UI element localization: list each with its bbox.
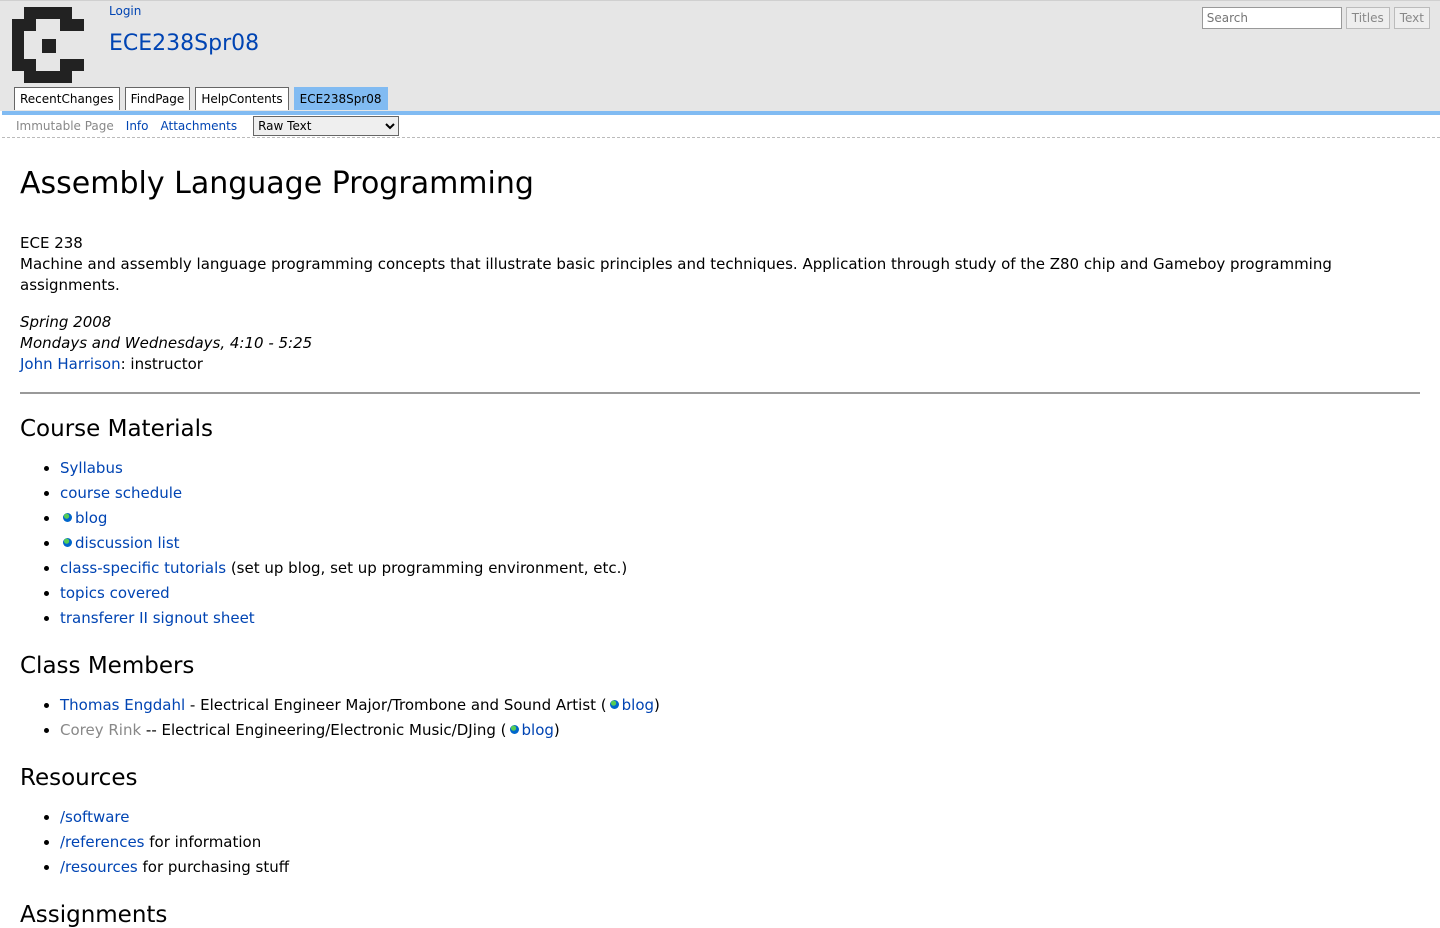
software-link[interactable]: /software: [60, 808, 129, 826]
list-item: /references for information: [60, 830, 1420, 855]
external-link-globe-icon: [63, 513, 72, 522]
instructor-role: : instructor: [120, 355, 203, 373]
course-term: Spring 2008: [20, 313, 112, 331]
list-item: discussion list: [60, 531, 1420, 556]
section-heading-class-members: Class Members: [20, 653, 195, 679]
list-item: class-specific tutorials (set up blog, s…: [60, 556, 1420, 581]
member-blog-link[interactable]: blog: [622, 696, 654, 714]
list-item: /resources for purchasing stuff: [60, 855, 1420, 880]
page-title: Assembly Language Programming: [20, 166, 534, 201]
discussion-list-link[interactable]: discussion list: [75, 534, 180, 552]
page-actions-bar: Immutable Page Info Attachments Raw Text: [2, 115, 1440, 138]
resource-note: for information: [144, 833, 262, 851]
search-input[interactable]: [1201, 7, 1342, 29]
nav-tab-help-contents[interactable]: HelpContents: [195, 87, 289, 110]
nav-tab-current-page[interactable]: ECE238Spr08: [293, 87, 388, 110]
course-info: ECE 238 Machine and assembly language pr…: [20, 233, 1420, 296]
nav-tab-find-page[interactable]: FindPage: [124, 87, 191, 110]
titles-search-button[interactable]: Titles: [1345, 7, 1390, 29]
search-form: Titles Text: [1201, 7, 1430, 29]
course-description: Machine and assembly language programmin…: [20, 255, 1332, 294]
list-item: course schedule: [60, 481, 1420, 506]
member-description: Electrical Engineer Major/Trombone and S…: [200, 696, 607, 714]
list-item: Thomas Engdahl - Electrical Engineer Maj…: [60, 693, 1420, 718]
external-link-globe-icon: [609, 700, 619, 709]
resources-list: /software /references for information /r…: [20, 805, 1420, 880]
course-schedule-link[interactable]: course schedule: [60, 484, 182, 502]
list-item: blog: [60, 506, 1420, 531]
instructor-link[interactable]: John Harrison: [20, 355, 121, 373]
course-materials-list: Syllabus course schedule blog discussion…: [20, 456, 1420, 631]
course-code: ECE 238: [20, 234, 83, 252]
member-description: Electrical Engineering/Electronic Music/…: [161, 721, 507, 739]
syllabus-link[interactable]: Syllabus: [60, 459, 123, 477]
member-separator: --: [141, 721, 162, 739]
class-members-list: Thomas Engdahl - Electrical Engineer Maj…: [20, 693, 1420, 743]
page-name-link[interactable]: ECE238Spr08: [109, 31, 259, 56]
section-heading-resources: Resources: [20, 765, 138, 791]
signout-sheet-link[interactable]: transferer II signout sheet: [60, 609, 255, 627]
member-separator: -: [185, 696, 201, 714]
blog-link[interactable]: blog: [75, 509, 107, 527]
tutorials-note: (set up blog, set up programming environ…: [226, 559, 628, 577]
topics-covered-link[interactable]: topics covered: [60, 584, 170, 602]
course-schedule-info: Spring 2008 Mondays and Wednesdays, 4:10…: [20, 312, 1420, 375]
moinmoin-logo[interactable]: [12, 7, 87, 83]
info-link[interactable]: Info: [126, 119, 149, 133]
text-search-button[interactable]: Text: [1393, 7, 1430, 29]
member-name-link[interactable]: Thomas Engdahl: [60, 696, 185, 714]
member-blog-link[interactable]: blog: [522, 721, 554, 739]
navibar: RecentChanges FindPage HelpContents ECE2…: [14, 87, 388, 110]
more-actions-select[interactable]: Raw Text: [253, 116, 400, 136]
member-close-paren: ): [553, 721, 560, 739]
list-item: transferer II signout sheet: [60, 606, 1420, 631]
section-heading-assignments: Assignments: [20, 902, 168, 928]
member-close-paren: ): [654, 696, 660, 714]
section-heading-course-materials: Course Materials: [20, 416, 214, 442]
tutorials-link[interactable]: class-specific tutorials: [60, 559, 226, 577]
external-link-globe-icon: [63, 538, 72, 547]
list-item: Corey Rink -- Electrical Engineering/Ele…: [60, 718, 1420, 743]
nav-tab-recent-changes[interactable]: RecentChanges: [14, 87, 120, 110]
resource-note: for purchasing stuff: [137, 858, 290, 876]
resources-link[interactable]: /resources: [60, 858, 138, 876]
list-item: topics covered: [60, 581, 1420, 606]
references-link[interactable]: /references: [60, 833, 145, 851]
page-content: Assembly Language Programming ECE 238 Ma…: [0, 166, 1440, 928]
login-link[interactable]: Login: [109, 4, 141, 18]
member-name-link-nonexistent[interactable]: Corey Rink: [60, 721, 141, 739]
header: Login ECE238Spr08 Titles Text RecentChan…: [0, 0, 1440, 111]
course-time: Mondays and Wednesdays, 4:10 - 5:25: [20, 334, 313, 352]
divider: [20, 392, 1420, 394]
immutable-page-label: Immutable Page: [16, 119, 114, 133]
external-link-globe-icon: [509, 725, 519, 734]
list-item: Syllabus: [60, 456, 1420, 481]
attachments-link[interactable]: Attachments: [161, 119, 238, 133]
list-item: /software: [60, 805, 1420, 830]
